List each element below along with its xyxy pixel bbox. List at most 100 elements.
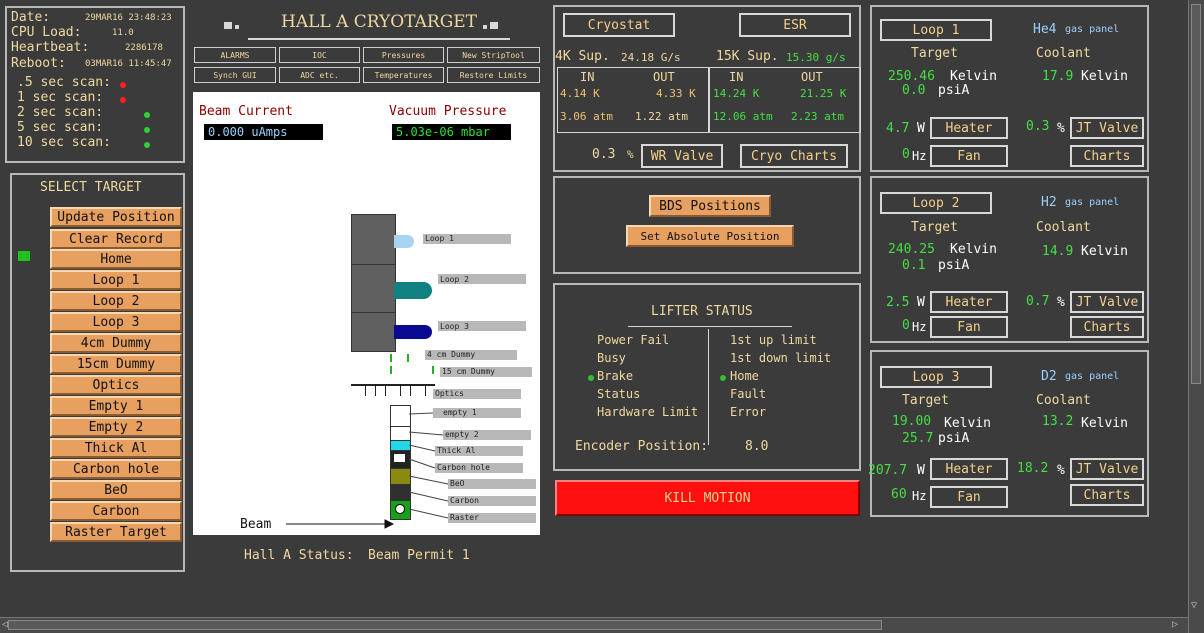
target-loop2-button[interactable]: Loop 2	[50, 291, 182, 311]
k4-in-pressure: 3.06 atm	[560, 110, 613, 123]
esr-button[interactable]: ESR	[739, 13, 851, 37]
scan-label: 2 sec scan:	[17, 105, 104, 120]
encoder-position-value: 8.0	[745, 439, 769, 454]
loop1-jt-value: 0.3	[1026, 119, 1050, 134]
cpu-label: CPU Load:	[11, 25, 82, 40]
scroll-left-icon[interactable]: ◁	[2, 619, 8, 630]
loop2-fan-button[interactable]: Fan	[930, 316, 1008, 338]
loop1-target-temp: 250.46	[888, 69, 935, 84]
loop3-button[interactable]: Loop 3	[880, 366, 992, 388]
temperatures-button[interactable]: Temperatures	[363, 67, 444, 83]
sup15k-value: 15.30 g/s	[786, 51, 846, 64]
pressures-button[interactable]: Pressures	[363, 47, 444, 63]
target-thick-al-button[interactable]: Thick Al	[50, 438, 182, 458]
k4-in-temp: 4.14 K	[560, 87, 600, 100]
wr-valve-button[interactable]: WR Valve	[641, 144, 723, 168]
k4-in-label: IN	[580, 70, 595, 84]
lifter-home: Home	[730, 369, 759, 383]
loop1-jt-valve-button[interactable]: JT Valve	[1070, 117, 1144, 139]
loop1-gas: He4	[1033, 22, 1057, 37]
loop3-heater-unit: W	[917, 463, 925, 478]
loop1-charts-button[interactable]: Charts	[1070, 145, 1144, 167]
loop2-heater-button[interactable]: Heater	[930, 291, 1008, 313]
loop3-target-temp: 19.00	[892, 414, 932, 429]
loop2-jt-valve-button[interactable]: JT Valve	[1070, 291, 1144, 313]
header-right-icon	[490, 22, 498, 29]
lifter-1st-up-limit: 1st up limit	[730, 333, 817, 347]
loop2-button[interactable]: Loop 2	[880, 192, 992, 214]
scan-label: 5 sec scan:	[17, 120, 104, 135]
horizontal-scrollbar-thumb[interactable]	[8, 620, 882, 630]
vertical-scrollbar-thumb[interactable]	[1191, 4, 1201, 384]
loop2-heater-unit: W	[917, 295, 925, 310]
update-position-button[interactable]: Update Position	[50, 207, 182, 227]
synch-gui-button[interactable]: Synch GUI	[194, 67, 276, 83]
set-absolute-position-button[interactable]: Set Absolute Position	[626, 225, 794, 247]
loop2-coolant-label: Coolant	[1036, 220, 1091, 235]
lifter-status-panel: LIFTER STATUS Power Fail Busy Brake Stat…	[553, 283, 861, 471]
loop3-heater-button[interactable]: Heater	[930, 458, 1008, 480]
scan-indicator	[144, 142, 150, 148]
loop2-charts-button[interactable]: Charts	[1070, 316, 1144, 338]
target-raster-button[interactable]: Raster Target	[50, 522, 182, 542]
clear-record-button[interactable]: Clear Record	[50, 229, 182, 249]
loop2-target-pressure: 0.1	[902, 258, 926, 273]
loop1-heater-button[interactable]: Heater	[930, 117, 1008, 139]
loop3-target-temp-unit: Kelvin	[944, 416, 991, 431]
loop2-jt-value: 0.7	[1026, 294, 1050, 309]
alarms-button[interactable]: ALARMS	[194, 47, 276, 63]
scroll-right-icon[interactable]: ▷	[1172, 619, 1178, 630]
restore-limits-button[interactable]: Restore Limits	[447, 67, 540, 83]
k15-in-label: IN	[729, 70, 744, 84]
loop1-coolant-temp: 17.9	[1042, 69, 1074, 84]
wr-valve-unit: %	[627, 148, 634, 161]
target-carbon-button[interactable]: Carbon	[50, 501, 182, 521]
scroll-down-icon[interactable]: ▽	[1191, 600, 1197, 611]
new-striptool-button[interactable]: New StripTool	[447, 47, 540, 63]
loop3-target-pressure: 25.7	[902, 431, 934, 446]
loop3-coolant-temp-unit: Kelvin	[1081, 416, 1128, 431]
target-15cm-dummy-button[interactable]: 15cm Dummy	[50, 354, 182, 374]
loop1-target-pressure-unit: psiA	[938, 83, 970, 98]
title-underline	[248, 38, 510, 40]
bds-positions-button[interactable]: BDS Positions	[649, 195, 771, 217]
header-left-icon	[224, 22, 232, 29]
target-4cm-dummy-button[interactable]: 4cm Dummy	[50, 333, 182, 353]
target-empty1-button[interactable]: Empty 1	[50, 396, 182, 416]
cryo-charts-button[interactable]: Cryo Charts	[740, 144, 848, 168]
sup4k-value: 24.18 G/s	[621, 51, 681, 64]
target-home-button[interactable]: Home	[50, 249, 182, 269]
adc-button[interactable]: ADC etc.	[279, 67, 360, 83]
scan-indicator	[120, 97, 126, 103]
loop2-target-pressure-unit: psiA	[938, 258, 970, 273]
cryostat-button[interactable]: Cryostat	[563, 13, 675, 37]
scan-indicator	[144, 112, 150, 118]
heartbeat-label: Heartbeat:	[11, 40, 90, 55]
loop1-fan-button[interactable]: Fan	[930, 145, 1008, 167]
loop3-charts-button[interactable]: Charts	[1070, 484, 1144, 506]
kill-motion-button[interactable]: KILL MOTION	[555, 480, 860, 516]
target-loop1-button[interactable]: Loop 1	[50, 270, 182, 290]
target-empty2-button[interactable]: Empty 2	[50, 417, 182, 437]
date-label: Date:	[11, 10, 51, 25]
target-optics-button[interactable]: Optics	[50, 375, 182, 395]
encoder-position-label: Encoder Position:	[575, 439, 709, 454]
target-carbon-hole-button[interactable]: Carbon hole	[50, 459, 182, 479]
loop3-jt-valve-button[interactable]: JT Valve	[1070, 458, 1144, 480]
hall-status-value: Beam Permit 1	[368, 548, 470, 563]
hall-status-label: Hall A Status:	[244, 548, 354, 563]
loop2-coolant-temp: 14.9	[1042, 244, 1074, 259]
target-ladder-panel: Beam Current 0.000 uAmps Vacuum Pressure…	[193, 92, 540, 535]
loop1-coolant-label: Coolant	[1036, 46, 1091, 61]
target-loop3-button[interactable]: Loop 3	[50, 312, 182, 332]
lifter-busy: Busy	[597, 351, 626, 365]
loop3-target-pressure-unit: psiA	[938, 431, 970, 446]
scan-label: .5 sec scan:	[17, 75, 111, 90]
loop1-button[interactable]: Loop 1	[880, 19, 992, 41]
loop2-heater-value: 2.5	[886, 295, 910, 310]
ioc-button[interactable]: IOC	[279, 47, 360, 63]
loop1-jt-unit: %	[1057, 121, 1065, 136]
loop3-gas: D2	[1041, 369, 1057, 384]
target-beo-button[interactable]: BeO	[50, 480, 182, 500]
loop3-fan-button[interactable]: Fan	[930, 486, 1008, 508]
